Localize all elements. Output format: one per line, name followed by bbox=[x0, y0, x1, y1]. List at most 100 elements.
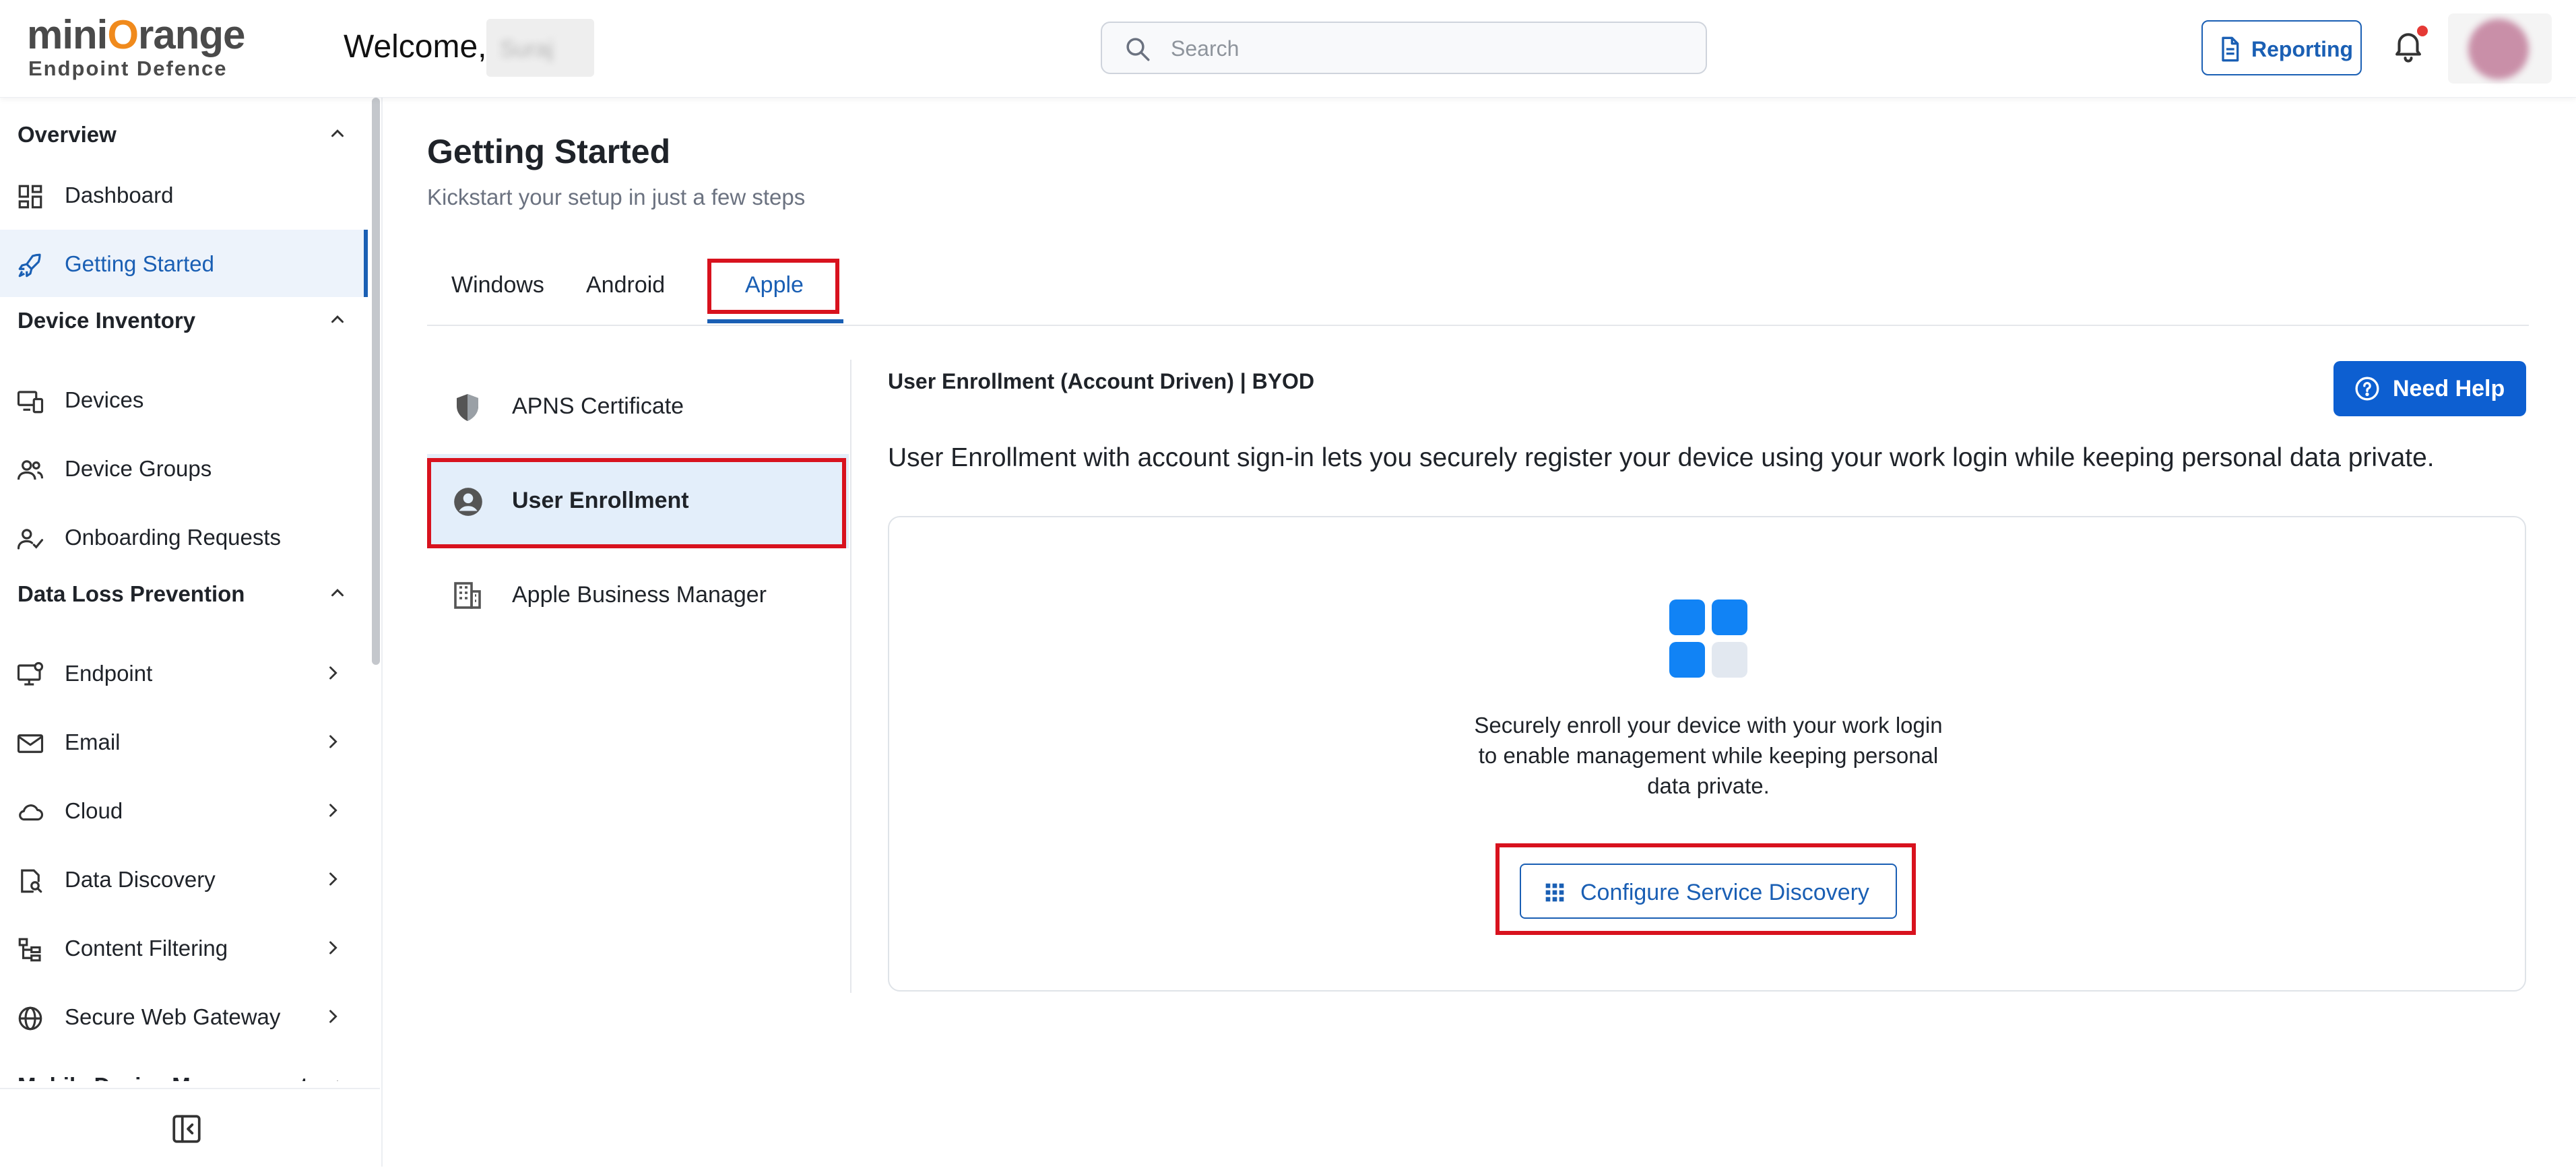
need-help-label: Need Help bbox=[2393, 376, 2505, 401]
chevron-right-icon bbox=[329, 666, 337, 680]
sidebar-item-label: Endpoint bbox=[65, 661, 153, 686]
sidebar-item-device-groups[interactable]: Device Groups bbox=[0, 434, 368, 502]
menu-item-user-enrollment[interactable]: User Enrollment bbox=[427, 454, 849, 548]
cloud-icon bbox=[19, 804, 44, 821]
sidebar-item-label: Data Discovery bbox=[65, 867, 216, 892]
sidebar-item-devices[interactable]: Devices bbox=[0, 366, 368, 433]
page-subtitle: Kickstart your setup in just a few steps bbox=[427, 185, 806, 209]
chevron-up-icon bbox=[331, 129, 344, 137]
notification-dot bbox=[2417, 26, 2428, 36]
brand-logo[interactable]: miniOrange Endpoint Defence bbox=[27, 15, 249, 85]
welcome-text: Welcome, bbox=[344, 29, 487, 65]
sidebar-item-getting-started[interactable]: Getting Started bbox=[0, 230, 368, 297]
sidebar-item-label: Onboarding Requests bbox=[65, 525, 282, 550]
enrollment-card-text: Securely enroll your device with your wo… bbox=[1474, 713, 1943, 798]
collapse-sidebar-icon[interactable] bbox=[170, 1112, 203, 1146]
user-circle-icon bbox=[454, 488, 482, 516]
menu-item-apns-certificate[interactable]: APNS Certificate bbox=[427, 360, 849, 454]
logo-wordmark: miniOrange bbox=[27, 12, 245, 57]
tab-label: Apple bbox=[745, 272, 804, 298]
enrollment-description: User Enrollment with account sign-in let… bbox=[888, 443, 2435, 472]
sidebar-item-label: Cloud bbox=[65, 798, 123, 823]
search-input[interactable] bbox=[1169, 31, 1684, 66]
sidebar-item-data-discovery[interactable]: Data Discovery bbox=[0, 845, 368, 913]
section-data-loss-prevention[interactable]: Data Loss Prevention bbox=[18, 572, 354, 612]
chevron-right-icon bbox=[329, 941, 337, 954]
shield-icon bbox=[457, 394, 478, 421]
user-menu[interactable] bbox=[2448, 13, 2552, 84]
tab-windows[interactable]: Windows bbox=[427, 256, 544, 323]
reporting-button[interactable]: Reporting bbox=[2201, 20, 2362, 75]
sidebar-item-content-filtering[interactable]: Content Filtering bbox=[0, 914, 368, 981]
sidebar-item-label: Secure Web Gateway bbox=[65, 1004, 281, 1029]
configure-service-discovery-button[interactable]: Configure Service Discovery bbox=[1520, 864, 1897, 919]
section-title: User Enrollment (Account Driven) | BYOD bbox=[888, 369, 1315, 393]
users-icon bbox=[17, 460, 44, 480]
file-search-icon bbox=[21, 869, 42, 893]
filter-tree-icon bbox=[18, 938, 41, 962]
sidebar-item-label: Dashboard bbox=[65, 183, 174, 207]
sidebar-item-label: Devices bbox=[65, 387, 144, 412]
section-title: Device Inventory bbox=[18, 308, 196, 333]
sidebar-item-onboarding-requests[interactable]: Onboarding Requests bbox=[0, 503, 368, 571]
user-name-redacted: Suraj bbox=[486, 19, 594, 77]
sidebar-item-label: Content Filtering bbox=[65, 936, 228, 961]
reporting-label: Reporting bbox=[2251, 37, 2354, 61]
enrollment-card: Securely enroll your device with your wo… bbox=[888, 516, 2526, 992]
grid-dots-icon bbox=[1545, 883, 1564, 902]
sidebar-item-dashboard[interactable]: Dashboard bbox=[0, 161, 368, 228]
chevron-up-icon bbox=[337, 1080, 338, 1081]
section-title: Data Loss Prevention bbox=[18, 581, 245, 606]
tab-apple[interactable]: Apple bbox=[707, 256, 843, 323]
chevron-right-icon bbox=[329, 1010, 337, 1023]
globe-icon bbox=[18, 1006, 42, 1031]
menu-item-label: User Enrollment bbox=[512, 488, 689, 513]
configure-service-discovery-label: Configure Service Discovery bbox=[1580, 880, 1869, 905]
sidebar-nav: Overview Dashboard Getting Started Devic… bbox=[0, 98, 375, 1081]
menu-item-apple-business-manager[interactable]: Apple Business Manager bbox=[427, 548, 849, 643]
section-overview[interactable]: Overview bbox=[18, 112, 354, 153]
chevron-up-icon bbox=[331, 589, 344, 597]
sidebar-item-cloud[interactable]: Cloud bbox=[0, 777, 368, 844]
sidebar: Overview Dashboard Getting Started Devic… bbox=[0, 98, 383, 1168]
monitor-icon bbox=[17, 661, 44, 686]
sidebar-footer bbox=[0, 1088, 380, 1168]
dashboard-icon bbox=[18, 185, 42, 209]
section-title: Overview bbox=[18, 122, 117, 147]
platform-tabs: Windows Android Apple bbox=[427, 256, 2529, 326]
menu-item-label: Apple Business Manager bbox=[512, 582, 767, 608]
building-icon bbox=[454, 582, 481, 609]
user-check-icon bbox=[17, 529, 44, 550]
sidebar-item-secure-web-gateway[interactable]: Secure Web Gateway bbox=[0, 983, 368, 1050]
section-title: Mobile Device Management bbox=[18, 1073, 308, 1081]
logo-tagline: Endpoint Defence bbox=[28, 57, 228, 80]
top-header: miniOrange Endpoint Defence Welcome, Sur… bbox=[0, 0, 2576, 98]
avatar bbox=[2468, 19, 2529, 79]
mail-icon bbox=[17, 734, 44, 753]
section-mobile-device-management[interactable]: Mobile Device Management bbox=[18, 1064, 354, 1081]
page-title: Getting Started bbox=[427, 133, 671, 170]
sidebar-item-email[interactable]: Email bbox=[0, 708, 368, 775]
devices-icon bbox=[17, 391, 44, 414]
need-help-button[interactable]: Need Help bbox=[2333, 361, 2526, 416]
chevron-right-icon bbox=[329, 735, 337, 748]
menu-item-label: APNS Certificate bbox=[512, 393, 684, 419]
chevron-up-icon bbox=[331, 315, 344, 323]
help-circle-icon bbox=[2355, 377, 2379, 401]
sidebar-item-label: Device Groups bbox=[65, 456, 212, 481]
rocket-icon bbox=[18, 253, 41, 278]
search-icon bbox=[1126, 38, 1150, 61]
sidebar-item-endpoint[interactable]: Endpoint bbox=[0, 639, 368, 707]
sidebar-scrollbar[interactable] bbox=[372, 98, 380, 665]
notifications-button[interactable] bbox=[2390, 26, 2430, 69]
tab-label: Android bbox=[586, 272, 666, 298]
document-icon bbox=[2222, 36, 2239, 62]
search-box[interactable] bbox=[1101, 22, 1707, 74]
chevron-right-icon bbox=[329, 804, 337, 817]
chevron-right-icon bbox=[329, 872, 337, 886]
tab-android[interactable]: Android bbox=[586, 256, 674, 323]
apps-grid-icon bbox=[1669, 599, 1747, 678]
apple-setup-menu: APNS Certificate User Enrollment Apple B… bbox=[427, 360, 851, 993]
section-device-inventory[interactable]: Device Inventory bbox=[18, 298, 354, 339]
sidebar-item-label: Email bbox=[65, 729, 121, 754]
